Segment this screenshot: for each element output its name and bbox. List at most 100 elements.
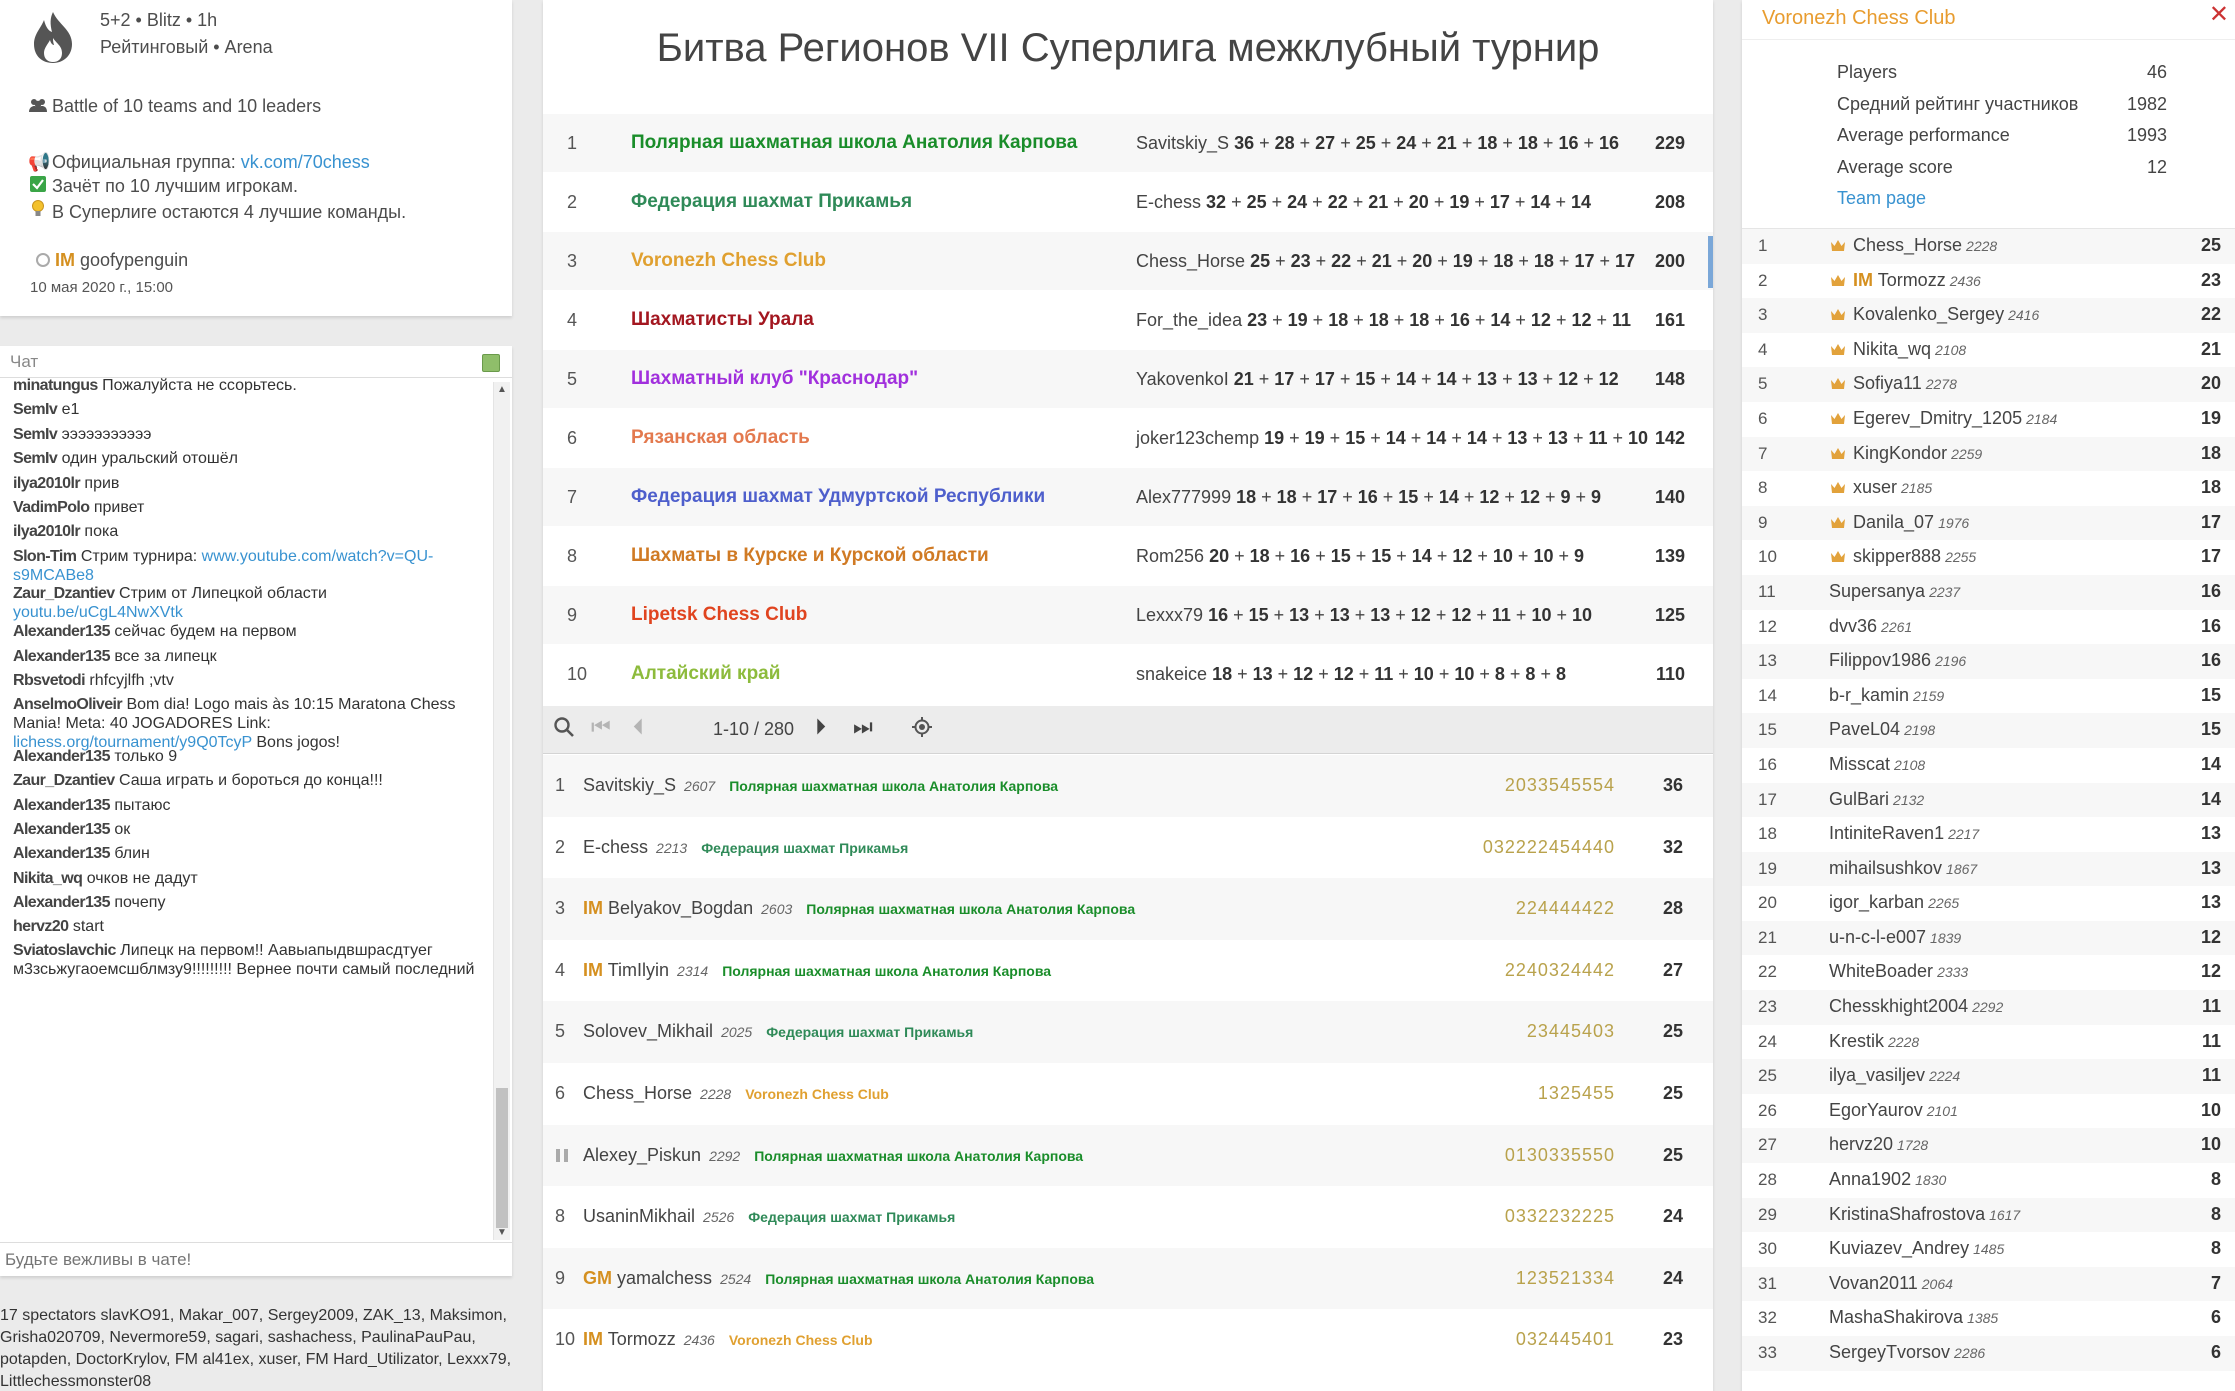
first-page-icon[interactable]: ⏮ [591, 714, 611, 740]
team-player-row[interactable]: 20 igor_karban 2265 13 [1742, 886, 2235, 921]
player-team[interactable]: Полярная шахматная школа Анатолия Карпов… [806, 901, 1135, 917]
chat-scroll-thumb[interactable] [496, 1088, 508, 1228]
last-page-icon[interactable]: ⏭ [853, 714, 873, 740]
team-leader-name[interactable]: Alex777999 [1136, 487, 1231, 507]
team-name[interactable]: Федерация шахмат Удмуртской Республики [631, 486, 1045, 508]
player-row[interactable]: 5 Solovev_Mikhail 2025 Федерация шахмат При… [543, 1001, 1713, 1063]
player-row[interactable]: 6 Chess_Horse 2228 Voronezh Chess Club 13254… [543, 1063, 1713, 1125]
team-player-name[interactable]: SergeyTvorsov [1829, 1342, 1950, 1362]
team-player-row[interactable]: 24 Krestik 2228 11 [1742, 1025, 2235, 1060]
player-team[interactable]: Полярная шахматная школа Анатолия Карпов… [729, 778, 1058, 794]
team-player-name[interactable]: Vovan2011 [1829, 1273, 1918, 1293]
team-leader-name[interactable]: Chess_Horse [1136, 251, 1245, 271]
team-player-name[interactable]: KingKondor [1853, 443, 1947, 463]
chat-username[interactable]: Slon-Tim [13, 548, 77, 565]
team-player-row[interactable]: 16 Misscat 2108 14 [1742, 748, 2235, 783]
chat-username[interactable]: hervz20 [13, 918, 69, 935]
player-team[interactable]: Федерация шахмат Прикамья [701, 840, 908, 856]
player-row[interactable]: 9 GM yamalchess 2524 Полярная шахматная шко… [543, 1247, 1713, 1310]
team-leader-name[interactable]: joker123chemp [1136, 428, 1259, 448]
player-name[interactable]: Savitskiy_S [583, 775, 676, 795]
team-player-row[interactable]: 4 Nikita_wq 2108 21 [1742, 333, 2235, 368]
team-leader-name[interactable]: Savitskiy_S [1136, 133, 1229, 153]
team-player-row[interactable]: 31 Vovan2011 2064 7 [1742, 1266, 2235, 1302]
chat-scrollbar[interactable]: ▲ ▼ [493, 382, 510, 1240]
team-player-name[interactable]: Nikita_wq [1853, 339, 1931, 359]
team-row[interactable]: 3 Voronezh Chess Club Chess_Horse 25 + 23 … [543, 231, 1713, 290]
team-player-name[interactable]: Anna1902 [1829, 1169, 1911, 1189]
player-name[interactable]: TimIlyin [608, 960, 669, 980]
team-player-name[interactable]: Supersanya [1829, 581, 1925, 601]
team-player-row[interactable]: 33 SergeyTvorsov 2286 6 [1742, 1336, 2235, 1371]
team-player-name[interactable]: EgorYaurov [1829, 1100, 1923, 1120]
team-leader-name[interactable]: For_the_idea [1136, 310, 1242, 330]
close-icon[interactable]: ✕ [2209, 0, 2229, 29]
team-page-link[interactable]: Team page [1837, 188, 1926, 209]
previous-page-icon[interactable]: ⏴ [633, 714, 644, 740]
team-player-name[interactable]: MashaShakirova [1829, 1307, 1963, 1327]
player-row[interactable]: 1 Savitskiy_S 2607 Полярная шахматная школа… [543, 755, 1713, 817]
next-page-icon[interactable]: ⏵ [815, 714, 826, 740]
chat-username[interactable]: Zaur_Dzantiev [13, 585, 115, 602]
chat-username[interactable]: Alexander135 [13, 894, 110, 911]
team-player-name[interactable]: Filippov1986 [1829, 650, 1931, 670]
chat-username[interactable]: Rbsvetodi [13, 672, 86, 689]
team-player-row[interactable]: 1 Chess_Horse 2228 25 [1742, 229, 2235, 264]
team-leader-name[interactable]: Lexxx79 [1136, 605, 1203, 625]
team-player-row[interactable]: 27 hervz20 1728 10 [1742, 1128, 2235, 1164]
player-name[interactable]: UsaninMikhail [583, 1206, 695, 1226]
team-player-row[interactable]: 2 IM Tormozz 2436 23 [1742, 264, 2235, 299]
team-panel-title[interactable]: Voronezh Chess Club [1762, 7, 1955, 29]
team-row[interactable]: 1 Полярная шахматная школа Анатолия Карпо… [543, 113, 1713, 172]
player-row[interactable]: 3 IM Belyakov_Bogdan 2603 Полярная шахматна… [543, 878, 1713, 940]
team-name[interactable]: Шахматы в Курске и Курской области [631, 545, 989, 567]
player-team[interactable]: Федерация шахмат Прикамья [766, 1024, 973, 1040]
team-name[interactable]: Рязанская область [631, 427, 810, 449]
team-player-name[interactable]: skipper888 [1853, 546, 1941, 566]
team-player-row[interactable]: 18 IntiniteRaven1 2217 13 [1742, 817, 2235, 852]
team-player-name[interactable]: KristinaShafrostova [1829, 1204, 1985, 1224]
chat-username[interactable]: Alexander135 [13, 797, 110, 814]
team-player-row[interactable]: 23 Chesskhight2004 2292 11 [1742, 990, 2235, 1025]
team-row[interactable]: 10 Алтайский край snakeice 18 + 13 + 12 + … [543, 644, 1713, 703]
team-player-name[interactable]: Chesskhight2004 [1829, 996, 1968, 1016]
chat-username[interactable]: Alexander135 [13, 623, 110, 640]
team-player-row[interactable]: 11 Supersanya 2237 16 [1742, 574, 2235, 610]
chat-username[interactable]: SemIv [13, 450, 58, 467]
player-name[interactable]: yamalchess [617, 1268, 712, 1288]
team-player-name[interactable]: dvv36 [1829, 616, 1877, 636]
chat-username[interactable]: Alexander135 [13, 748, 110, 765]
team-player-name[interactable]: hervz20 [1829, 1134, 1893, 1154]
team-player-row[interactable]: 28 Anna1902 1830 8 [1742, 1163, 2235, 1198]
scroll-up-icon[interactable]: ▲ [497, 384, 507, 395]
player-team[interactable]: Федерация шахмат Прикамья [748, 1209, 955, 1225]
team-name[interactable]: Шахматный клуб "Краснодар" [631, 368, 918, 390]
player-team[interactable]: Полярная шахматная школа Анатолия Карпов… [754, 1148, 1083, 1164]
player-team[interactable]: Voronezh Chess Club [745, 1086, 889, 1102]
team-player-row[interactable]: 29 KristinaShafrostova 1617 8 [1742, 1197, 2235, 1233]
chat-username[interactable]: SemIv [13, 401, 58, 418]
team-player-row[interactable]: 6 Egerev_Dmitry_1205 2184 19 [1742, 402, 2235, 437]
team-player-name[interactable]: u-n-c-l-e007 [1829, 927, 1926, 947]
chat-username[interactable]: Zaur_Dzantiev [13, 772, 115, 789]
team-player-name[interactable]: b-r_kamin [1829, 685, 1909, 705]
creator[interactable]: IM goofypenguin [36, 250, 188, 271]
team-row[interactable]: 9 Lipetsk Chess Club Lexxx79 16 + 15 + 13 … [543, 585, 1713, 644]
player-row[interactable]: 4 IM TimIlyin 2314 Полярная шахматная школа… [543, 940, 1713, 1002]
team-name[interactable]: Lipetsk Chess Club [631, 604, 807, 626]
team-player-row[interactable]: 12 dvv36 2261 16 [1742, 610, 2235, 645]
team-leader-name[interactable]: YakovenkoI [1136, 369, 1229, 389]
team-player-name[interactable]: Chess_Horse [1853, 235, 1962, 255]
chat-username[interactable]: VadimPolo [13, 499, 90, 516]
chat-toggle[interactable] [482, 354, 500, 372]
player-name[interactable]: Solovev_Mikhail [583, 1021, 713, 1041]
team-player-name[interactable]: GulBari [1829, 789, 1889, 809]
team-player-name[interactable]: igor_karban [1829, 892, 1924, 912]
team-player-name[interactable]: Sofiya11 [1853, 373, 1922, 393]
team-player-name[interactable]: mihailsushkov [1829, 858, 1942, 878]
team-player-name[interactable]: ilya_vasiljev [1829, 1065, 1925, 1085]
team-row[interactable]: 6 Рязанская область joker123chemp 19 + 19 … [543, 408, 1713, 467]
team-player-name[interactable]: Misscat [1829, 754, 1890, 774]
team-row[interactable]: 4 Шахматисты Урала For_the_idea 23 + 19 + … [543, 290, 1713, 349]
team-player-name[interactable]: Kuviazev_Andrey [1829, 1238, 1969, 1258]
